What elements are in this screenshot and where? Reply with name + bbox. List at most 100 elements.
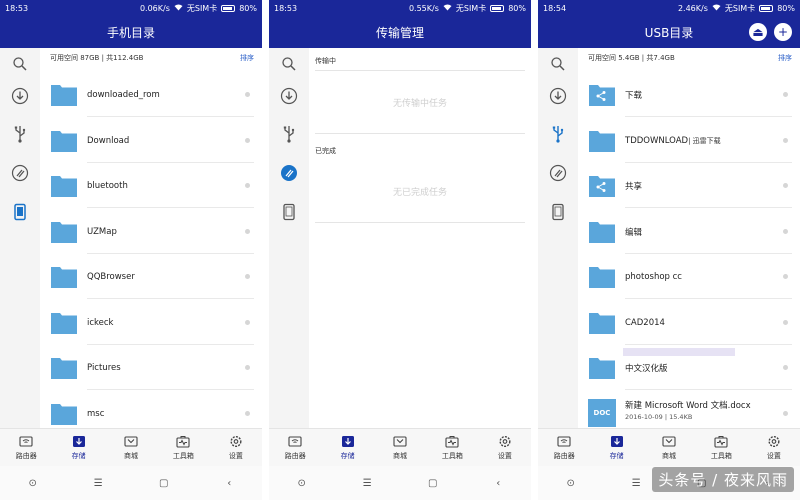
menu-nav-icon[interactable]: ☰ [83, 478, 113, 489]
select-dot[interactable] [783, 183, 788, 188]
add-icon[interactable]: + [774, 23, 792, 41]
list-item[interactable]: photoshop cc [578, 254, 800, 299]
storage-icon [341, 436, 354, 447]
list-item[interactable]: downloaded_rom [40, 72, 262, 117]
phone-storage-icon[interactable] [277, 200, 301, 224]
list-item[interactable]: 中文汉化版 [578, 345, 800, 390]
list-item[interactable]: QQBrowser [40, 254, 262, 299]
storage-info: 可用空间 87GB | 共112.4GB 排序 [40, 48, 262, 68]
select-dot[interactable] [783, 320, 788, 325]
phone-storage-icon[interactable] [8, 200, 32, 224]
select-dot[interactable] [783, 229, 788, 234]
list-item[interactable]: bluetooth [40, 163, 262, 208]
assistant-nav-icon[interactable]: ⊙ [556, 478, 586, 489]
transfer-icon[interactable] [8, 161, 32, 185]
menu-nav-icon[interactable]: ☰ [352, 478, 382, 489]
select-dot[interactable] [783, 92, 788, 97]
select-dot[interactable] [245, 229, 250, 234]
sort-button[interactable]: 排序 [240, 53, 254, 63]
select-dot[interactable] [245, 183, 250, 188]
download-circle-icon[interactable] [277, 84, 301, 108]
back-nav-icon[interactable]: ‹ [483, 478, 513, 489]
watermark: 头条号 / 夜来风雨 [652, 467, 794, 492]
tab-storage[interactable]: 存储 [52, 429, 104, 467]
list-item[interactable]: 下载 [578, 72, 800, 117]
storage-info: 可用空间 5.4GB | 共7.4GB 排序 [578, 48, 800, 68]
select-dot[interactable] [245, 365, 250, 370]
select-dot[interactable] [783, 365, 788, 370]
home-nav-icon[interactable]: ▢ [418, 478, 448, 489]
file-list: 可用空间 87GB | 共112.4GB 排序 downloaded_rom D… [40, 48, 262, 428]
tab-toolbox[interactable]: 工具箱 [695, 429, 747, 467]
tab-router[interactable]: 路由器 [538, 429, 590, 467]
search-icon[interactable] [277, 52, 301, 76]
list-item[interactable]: TDDOWNLOAD | 迅雷下载 [578, 118, 800, 163]
menu-nav-icon[interactable]: ☰ [621, 478, 651, 489]
list-item[interactable]: 编辑 [578, 209, 800, 254]
sidebar [538, 48, 578, 428]
download-circle-icon[interactable] [546, 84, 570, 108]
select-dot[interactable] [783, 138, 788, 143]
select-dot[interactable] [245, 92, 250, 97]
tab-settings[interactable]: 设置 [748, 429, 800, 467]
transfer-icon[interactable] [277, 161, 301, 185]
tab-label: 路由器 [284, 452, 306, 460]
battery-icon [490, 4, 505, 12]
shared-folder-icon [589, 85, 615, 106]
search-icon[interactable] [8, 52, 32, 76]
list-item[interactable]: UZMap [40, 209, 262, 254]
select-dot[interactable] [245, 320, 250, 325]
tab-toolbox[interactable]: 工具箱 [426, 429, 478, 467]
select-dot[interactable] [783, 411, 788, 416]
transfer-icon[interactable] [546, 161, 570, 185]
tab-label: 工具箱 [710, 452, 732, 460]
usb-icon[interactable] [277, 122, 301, 146]
tab-settings[interactable]: 设置 [479, 429, 531, 467]
toolbox-icon [714, 436, 728, 448]
tab-shop[interactable]: 商城 [105, 429, 157, 467]
tab-label: 设置 [497, 452, 512, 460]
select-dot[interactable] [245, 411, 250, 416]
tab-storage[interactable]: 存储 [590, 429, 642, 467]
list-item[interactable]: msc [40, 391, 262, 428]
tab-settings[interactable]: 设置 [210, 429, 262, 467]
list-item[interactable]: ickeck [40, 300, 262, 345]
tab-toolbox[interactable]: 工具箱 [157, 429, 209, 467]
tab-router[interactable]: 路由器 [269, 429, 321, 467]
home-nav-icon[interactable]: ▢ [149, 478, 179, 489]
assistant-nav-icon[interactable]: ⊙ [18, 478, 48, 489]
tab-router[interactable]: 路由器 [0, 429, 52, 467]
list-item[interactable]: Download [40, 118, 262, 163]
shop-icon [124, 436, 138, 447]
folder-icon [51, 267, 77, 288]
usb-icon[interactable] [8, 122, 32, 146]
phone-storage-icon[interactable] [546, 200, 570, 224]
transfer-panel: 传输中 无传输中任务 已完成 无已完成任务 [309, 48, 531, 428]
tab-shop[interactable]: 商城 [374, 429, 426, 467]
tab-label: 存储 [340, 452, 355, 460]
usb-icon[interactable] [546, 122, 570, 146]
eject-icon[interactable]: ⏏ [749, 23, 767, 41]
download-circle-icon[interactable] [8, 84, 32, 108]
folder-icon [51, 313, 77, 334]
search-icon[interactable] [546, 52, 570, 76]
sim-status: 无SIM卡 [724, 3, 756, 13]
folder-icon [589, 131, 615, 152]
tab-shop[interactable]: 商城 [643, 429, 695, 467]
select-dot[interactable] [245, 274, 250, 279]
tab-label: 路由器 [15, 452, 37, 460]
select-dot[interactable] [245, 138, 250, 143]
sort-button[interactable]: 排序 [778, 53, 792, 63]
list-item[interactable]: DOC 新建 Microsoft Word 文档.docx 2016-10-09… [578, 391, 800, 428]
tab-label: 工具箱 [172, 452, 194, 460]
select-dot[interactable] [783, 274, 788, 279]
phone-screen-transfer: 18:53 0.55K/s 无SIM卡 80% 传输管理 传输中 无传输中任务 … [269, 0, 531, 500]
tab-storage[interactable]: 存储 [321, 429, 373, 467]
item-name: 下载 [625, 90, 643, 101]
list-item[interactable]: Pictures [40, 345, 262, 390]
list-item[interactable]: 共享 [578, 163, 800, 208]
status-time: 18:53 [5, 3, 29, 13]
list-item[interactable]: CAD2014 [578, 300, 800, 345]
assistant-nav-icon[interactable]: ⊙ [287, 478, 317, 489]
back-nav-icon[interactable]: ‹ [214, 478, 244, 489]
